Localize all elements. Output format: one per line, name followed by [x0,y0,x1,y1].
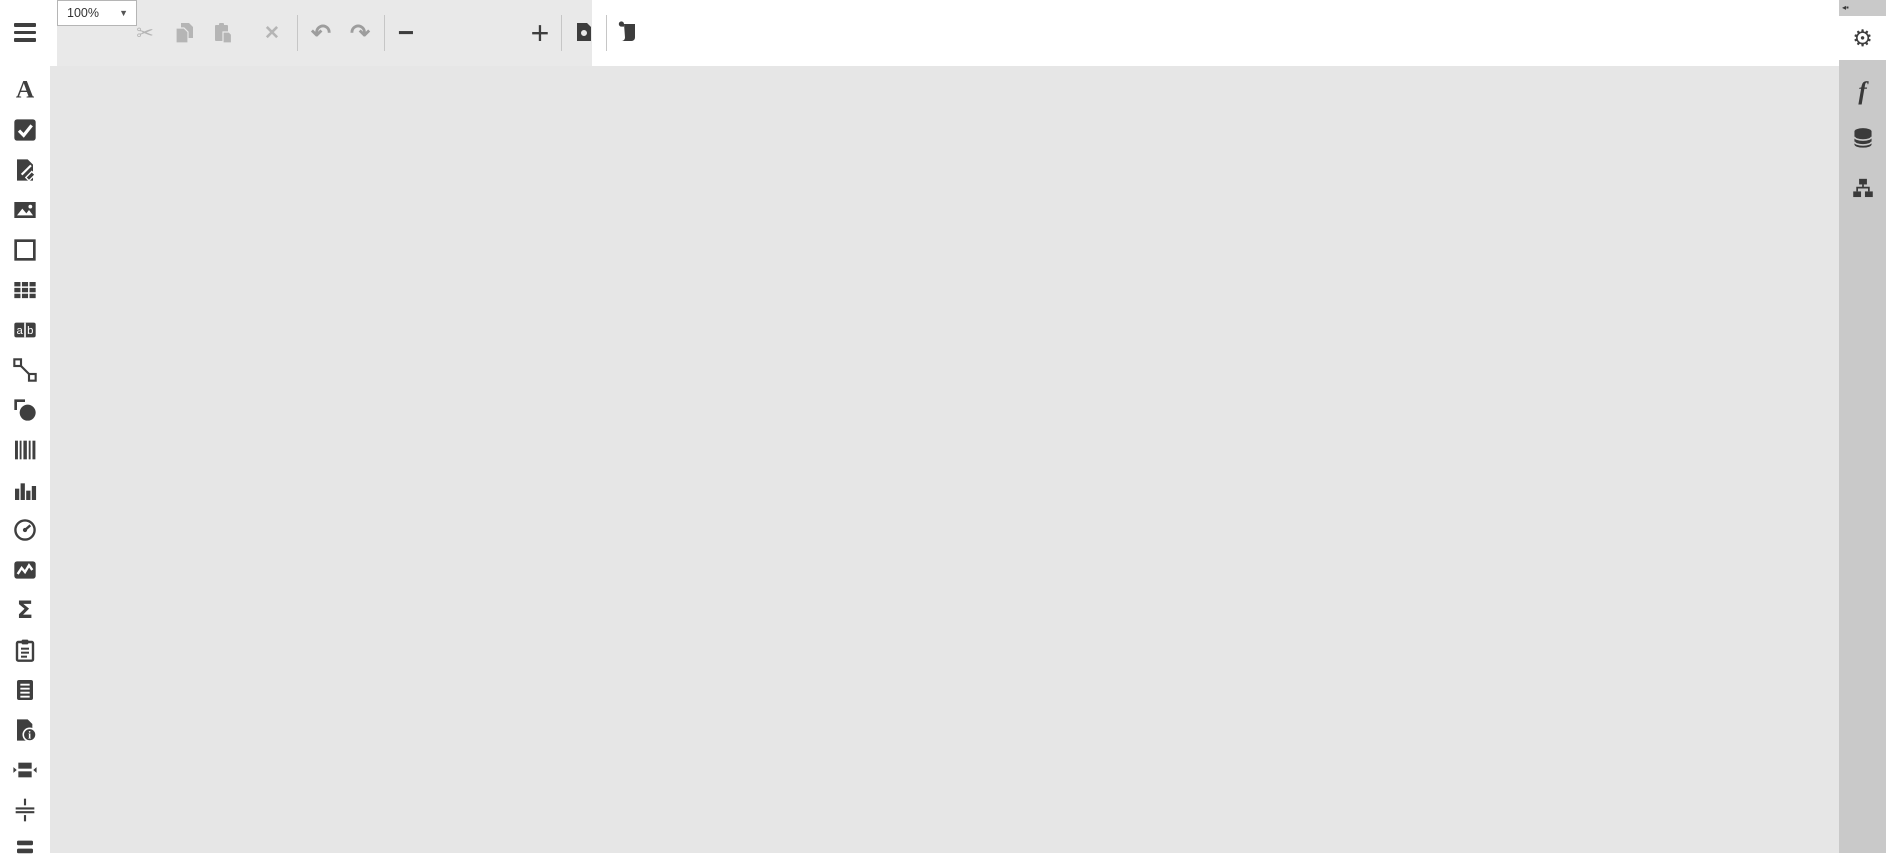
page-info-icon[interactable]: i [13,718,37,742]
zoom-value: 100% [58,6,119,20]
clipboard-icon[interactable] [13,638,37,662]
toolbar-separator [606,15,607,51]
panel-icon[interactable] [13,238,37,262]
chart-icon[interactable] [13,478,37,502]
image-icon[interactable] [13,198,37,222]
text-icon[interactable]: A [13,78,37,102]
zoom-in-icon[interactable]: + [526,0,554,66]
subreport-icon[interactable] [13,678,37,702]
cut-icon[interactable]: ✂ [131,0,159,66]
checkbox-icon[interactable] [13,118,37,142]
svg-text:a: a [17,325,24,337]
functions-icon[interactable]: f [1839,70,1886,114]
collapse-panel-icon[interactable]: ◂▪ [1842,3,1849,12]
properties-gear-icon[interactable]: ⚙ [1839,16,1886,60]
toolbar-separator [561,15,562,51]
gauge-icon[interactable] [13,518,37,542]
math-icon[interactable]: Σ [13,598,37,622]
more-icon[interactable] [13,838,37,862]
svg-text:b: b [27,325,33,337]
svg-text:A: A [16,78,35,102]
report-designer: ✂ ✕ ↶ ↷ − 100% ▼ + Aab Σi ◂▪ [0,0,1886,853]
sparkline-icon[interactable] [13,558,37,582]
main-toolbar: ✂ ✕ ↶ ↷ − 100% ▼ + [57,0,592,66]
horizontal-spacer-icon[interactable] [13,758,37,782]
rich-text-icon[interactable] [13,158,37,182]
toolbar-separator [297,15,298,51]
preview-icon[interactable] [571,0,599,66]
table-icon[interactable] [13,278,37,302]
toolbar-separator [384,15,385,51]
page-script-icon[interactable] [614,0,642,66]
line-icon[interactable] [13,358,37,382]
redo-icon[interactable]: ↷ [346,0,374,66]
svg-text:i: i [28,731,31,742]
zoom-select[interactable]: 100% ▼ [57,0,137,26]
copy-icon[interactable] [170,0,198,66]
component-toolbox: Aab Σi [0,0,50,853]
svg-text:Σ: Σ [17,598,33,622]
right-sidebar: ◂▪ ⚙ f [1839,0,1886,853]
undo-icon[interactable]: ↶ [307,0,335,66]
vertical-spacer-icon[interactable] [13,798,37,822]
barcode-icon[interactable] [13,438,37,462]
zoom-out-icon[interactable]: − [392,0,420,66]
data-sources-icon[interactable] [1839,116,1886,160]
paste-icon[interactable] [209,0,237,66]
hamburger-menu-icon[interactable] [14,23,36,43]
cross-tab-icon[interactable]: ab [13,318,37,342]
delete-icon[interactable]: ✕ [258,0,286,66]
report-tree-icon[interactable] [1839,166,1886,210]
shape-icon[interactable] [13,398,37,422]
design-canvas [50,66,1839,853]
